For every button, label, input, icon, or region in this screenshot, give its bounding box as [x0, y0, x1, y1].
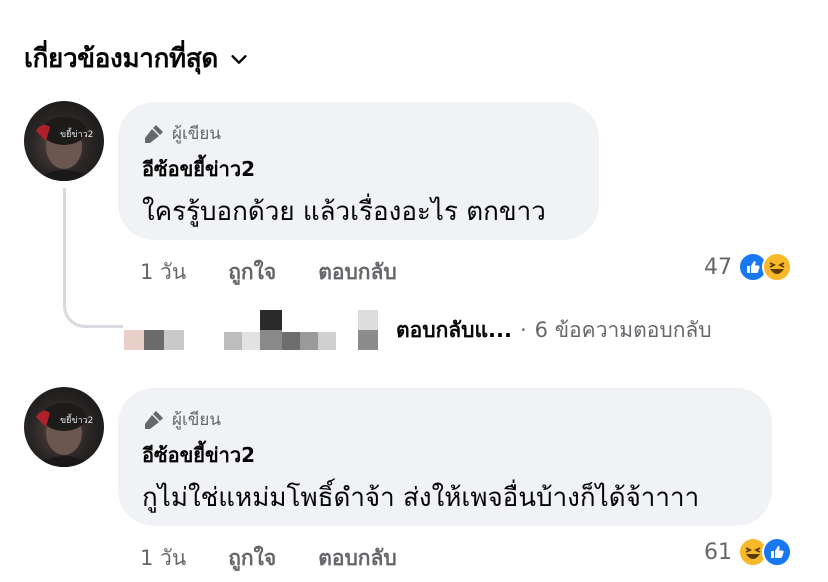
haha-reaction-icon: [762, 252, 792, 282]
blurred-reply-avatars: [124, 308, 396, 352]
comment-actions: 1 วัน ถูกใจ ตอบกลับ: [140, 256, 439, 289]
sort-label: เกี่ยวข้องมากที่สุด: [24, 44, 219, 74]
avatar[interactable]: ขยี้ข่าว2: [24, 101, 104, 181]
comment-text: กูไม่ใช่แหม่มโพธิ์ดำจ้า ส่งให้เพจอื่นบ้า…: [142, 483, 700, 513]
replies-summary: ตอบกลับแ...: [396, 317, 512, 342]
author-name[interactable]: อีซ้อขยี้ข่าว2: [142, 153, 575, 185]
reaction-count: 47: [704, 254, 732, 280]
like-reaction-icon: [762, 537, 792, 567]
comment-actions: 1 วัน ถูกใจ ตอบกลับ: [140, 542, 439, 575]
microphone-icon: [145, 124, 163, 143]
reply-button[interactable]: ตอบกลับ: [318, 256, 397, 289]
avatar[interactable]: ขยี้ข่าว2: [24, 387, 104, 467]
chevron-down-icon: [231, 54, 247, 64]
comment-bubble: ผู้เขียน อีซ้อขยี้ข่าว2 กูไม่ใช่แหม่มโพธ…: [118, 388, 772, 526]
comment-text: ใครรู้บอกด้วย แล้วเรื่องอะไร ตกขาว: [142, 197, 546, 227]
comment-bubble: ผู้เขียน อีซ้อขยี้ข่าว2 ใครรู้บอกด้วย แล…: [118, 102, 599, 240]
thread-connector: [63, 188, 123, 328]
separator-dot: ·: [519, 318, 527, 342]
reaction-summary[interactable]: 61: [704, 537, 792, 567]
author-name[interactable]: อีซ้อขยี้ข่าว2: [142, 439, 748, 471]
laughing-face-icon: [769, 262, 785, 274]
microphone-icon: [145, 410, 163, 429]
replies-preview[interactable]: ตอบกลับแ... · 6 ข้อความตอบกลับ: [124, 308, 712, 352]
author-badge-label: ผู้เขียน: [172, 410, 221, 430]
avatar-image: ขยี้ข่าว2: [34, 403, 94, 467]
author-badge-label: ผู้เขียน: [172, 124, 221, 144]
replies-count: 6 ข้อความตอบกลับ: [534, 317, 712, 342]
thumbs-up-icon: [747, 261, 760, 273]
author-badge: ผู้เขียน: [142, 120, 575, 147]
like-button[interactable]: ถูกใจ: [228, 256, 276, 289]
reaction-summary[interactable]: 47: [704, 252, 792, 282]
comment-time[interactable]: 1 วัน: [140, 542, 186, 575]
comment-time[interactable]: 1 วัน: [140, 256, 186, 289]
thumbs-up-icon: [771, 546, 784, 558]
avatar-image: ขยี้ข่าว2: [34, 117, 94, 181]
author-badge: ผู้เขียน: [142, 406, 748, 433]
reaction-count: 61: [704, 539, 732, 565]
reply-button[interactable]: ตอบกลับ: [318, 542, 397, 575]
like-button[interactable]: ถูกใจ: [228, 542, 276, 575]
sort-dropdown[interactable]: เกี่ยวข้องมากที่สุด: [24, 38, 250, 79]
